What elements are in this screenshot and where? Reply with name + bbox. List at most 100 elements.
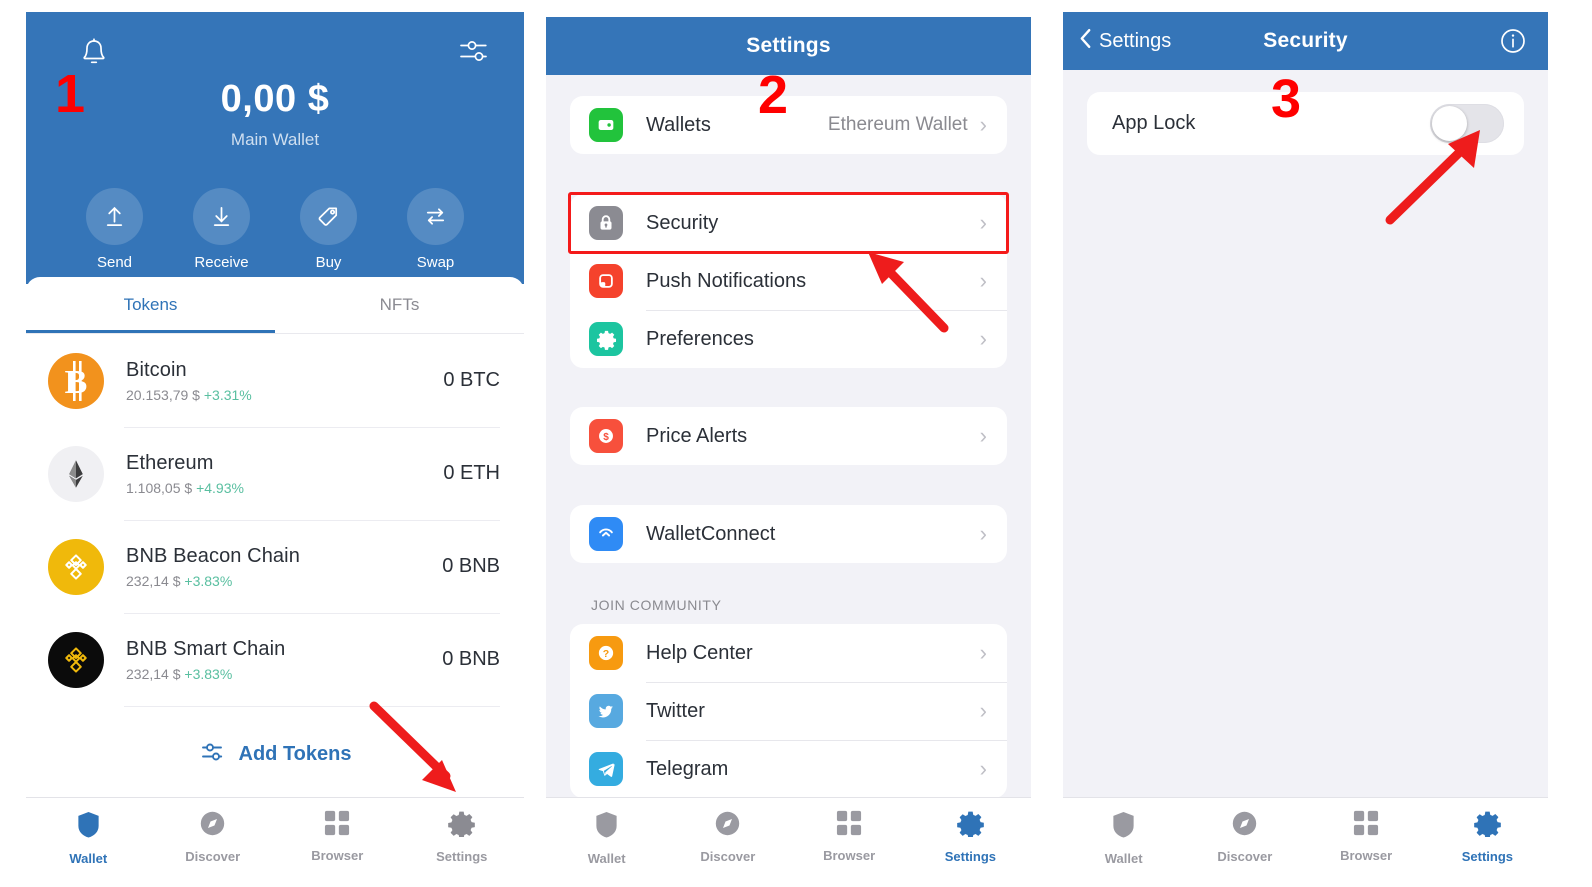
- bottom-tabbar: Wallet Discover Browser Settings: [26, 797, 524, 875]
- tabbar-item-settings[interactable]: Settings: [400, 810, 525, 864]
- toggle-knob: [1432, 106, 1467, 141]
- settings-screen: Settings Wallets Ethereum Wallet › Secur…: [546, 17, 1031, 875]
- ethereum-icon: [48, 445, 104, 502]
- settings-group-walletconnect: WalletConnect ›: [570, 505, 1007, 563]
- settings-row-label: Price Alerts: [646, 424, 748, 447]
- security-row-app-lock[interactable]: App Lock: [1087, 92, 1524, 155]
- settings-row-value: Ethereum Wallet: [827, 114, 968, 135]
- settings-row-price-alerts[interactable]: $ Price Alerts ›: [570, 407, 1007, 465]
- bnb-beacon-icon: [48, 538, 104, 595]
- sliders-icon[interactable]: [458, 36, 494, 66]
- tabbar-item-browser[interactable]: Browser: [789, 810, 910, 863]
- token-price: 232,14 $ +3.83%: [126, 665, 233, 682]
- grid-icon: [836, 810, 862, 841]
- token-amount: 0 ETH: [443, 462, 500, 484]
- tabbar-item-wallet[interactable]: Wallet: [26, 810, 151, 866]
- settings-row-help-center[interactable]: ? Help Center ›: [570, 624, 1007, 682]
- gear-icon: [589, 322, 623, 356]
- settings-row-label: Telegram: [646, 757, 729, 780]
- settings-row-telegram[interactable]: Telegram ›: [570, 740, 1007, 798]
- download-arrow-icon: [193, 188, 250, 245]
- token-name: BNB Beacon Chain: [126, 544, 300, 567]
- token-row[interactable]: Ethereum 1.108,05 $ +4.93% 0 ETH: [26, 427, 524, 520]
- compass-icon: [1231, 810, 1258, 842]
- action-label: Send: [96, 254, 133, 271]
- action-label: Buy: [315, 254, 342, 271]
- token-nft-tabs: Tokens NFTs: [26, 277, 524, 333]
- settings-row-security[interactable]: Security ›: [570, 194, 1007, 252]
- settings-group-wallets: Wallets Ethereum Wallet ›: [570, 96, 1007, 154]
- app-lock-toggle[interactable]: [1430, 104, 1504, 143]
- settings-row-push-notifications[interactable]: Push Notifications ›: [570, 252, 1007, 310]
- settings-row-label: Preferences: [646, 327, 754, 350]
- token-change: +3.83%: [184, 665, 233, 682]
- settings-row-label: Push Notifications: [646, 269, 807, 292]
- tabbar-item-browser[interactable]: Browser: [1306, 810, 1427, 863]
- tab-label: NFTs: [379, 295, 420, 314]
- token-sheet: Tokens NFTs B Bitcoin 20.153,79 $ +3.31%: [26, 277, 524, 875]
- wallet-hero: 0,00 $ Main Wallet Send Receive Buy Swap: [26, 12, 524, 284]
- token-change: +3.31%: [203, 386, 252, 403]
- security-group: App Lock: [1087, 92, 1524, 155]
- twitter-icon: [589, 694, 623, 728]
- add-tokens-button[interactable]: Add Tokens: [26, 706, 524, 802]
- tabbar-label: Wallet: [1104, 851, 1143, 866]
- token-row[interactable]: BNB Smart Chain 232,14 $ +3.83% 0 BNB: [26, 613, 524, 706]
- chevron-right-icon: ›: [979, 423, 987, 448]
- add-tokens-label: Add Tokens: [238, 742, 352, 765]
- settings-row-preferences[interactable]: Preferences ›: [570, 310, 1007, 368]
- tab-label: Tokens: [123, 295, 178, 314]
- step-number-2: 2: [758, 65, 789, 125]
- wallet-icon: [589, 108, 623, 142]
- chevron-right-icon: ›: [979, 268, 987, 293]
- screenshot-root: 0,00 $ Main Wallet Send Receive Buy Swap…: [0, 0, 1592, 887]
- tabbar-item-discover[interactable]: Discover: [1184, 810, 1305, 864]
- wallet-name: Main Wallet: [230, 130, 320, 149]
- tabbar-item-wallet[interactable]: Wallet: [1063, 810, 1184, 866]
- token-change: +3.83%: [184, 572, 233, 589]
- security-navbar: Settings Security: [1063, 12, 1548, 70]
- token-row[interactable]: B Bitcoin 20.153,79 $ +3.31% 0 BTC: [26, 334, 524, 427]
- bnb-smart-icon: [48, 631, 104, 688]
- action-swap[interactable]: Swap: [406, 188, 466, 271]
- settings-group-alerts: $ Price Alerts ›: [570, 407, 1007, 465]
- tab-tokens[interactable]: Tokens: [26, 277, 275, 333]
- settings-row-label: Help Center: [646, 641, 753, 664]
- tabbar-item-settings[interactable]: Settings: [1427, 810, 1548, 864]
- tab-nfts[interactable]: NFTs: [275, 277, 524, 333]
- price-tag-icon: [300, 188, 357, 245]
- wallet-screen: 0,00 $ Main Wallet Send Receive Buy Swap…: [26, 12, 524, 875]
- token-row[interactable]: BNB Beacon Chain 232,14 $ +3.83% 0 BNB: [26, 520, 524, 613]
- action-receive[interactable]: Receive: [192, 188, 252, 271]
- info-circle-icon[interactable]: [1500, 12, 1526, 70]
- action-send[interactable]: Send: [85, 188, 145, 271]
- chevron-right-icon: ›: [979, 698, 987, 723]
- token-change: +4.93%: [196, 479, 244, 496]
- settings-navbar: Settings: [546, 17, 1031, 75]
- chevron-right-icon: ›: [979, 521, 987, 546]
- quick-actions: Send Receive Buy Swap: [26, 188, 524, 271]
- tabbar-label: Settings: [1461, 849, 1514, 864]
- tabbar-label: Discover: [1217, 849, 1273, 864]
- svg-text:?: ?: [603, 648, 609, 660]
- settings-row-twitter[interactable]: Twitter ›: [570, 682, 1007, 740]
- gear-icon: [448, 810, 476, 842]
- tabbar-item-browser[interactable]: Browser: [275, 810, 400, 863]
- compass-icon: [714, 810, 741, 842]
- tabbar-item-settings[interactable]: Settings: [910, 810, 1031, 864]
- tabbar-item-discover[interactable]: Discover: [151, 810, 276, 864]
- settings-row-walletconnect[interactable]: WalletConnect ›: [570, 505, 1007, 563]
- step-number-1: 1: [55, 64, 86, 124]
- step-number-3: 3: [1271, 69, 1302, 129]
- action-label: Receive: [194, 254, 249, 271]
- chevron-right-icon: ›: [979, 756, 987, 781]
- settings-row-wallets[interactable]: Wallets Ethereum Wallet ›: [570, 96, 1007, 154]
- tabbar-item-wallet[interactable]: Wallet: [546, 810, 667, 866]
- tabbar-item-discover[interactable]: Discover: [667, 810, 788, 864]
- svg-text:$: $: [603, 432, 609, 443]
- back-button[interactable]: Settings: [1079, 12, 1171, 70]
- token-amount: 0 BNB: [442, 555, 500, 577]
- shield-icon: [593, 810, 620, 844]
- settings-row-label: WalletConnect: [646, 522, 776, 545]
- action-buy[interactable]: Buy: [299, 188, 359, 271]
